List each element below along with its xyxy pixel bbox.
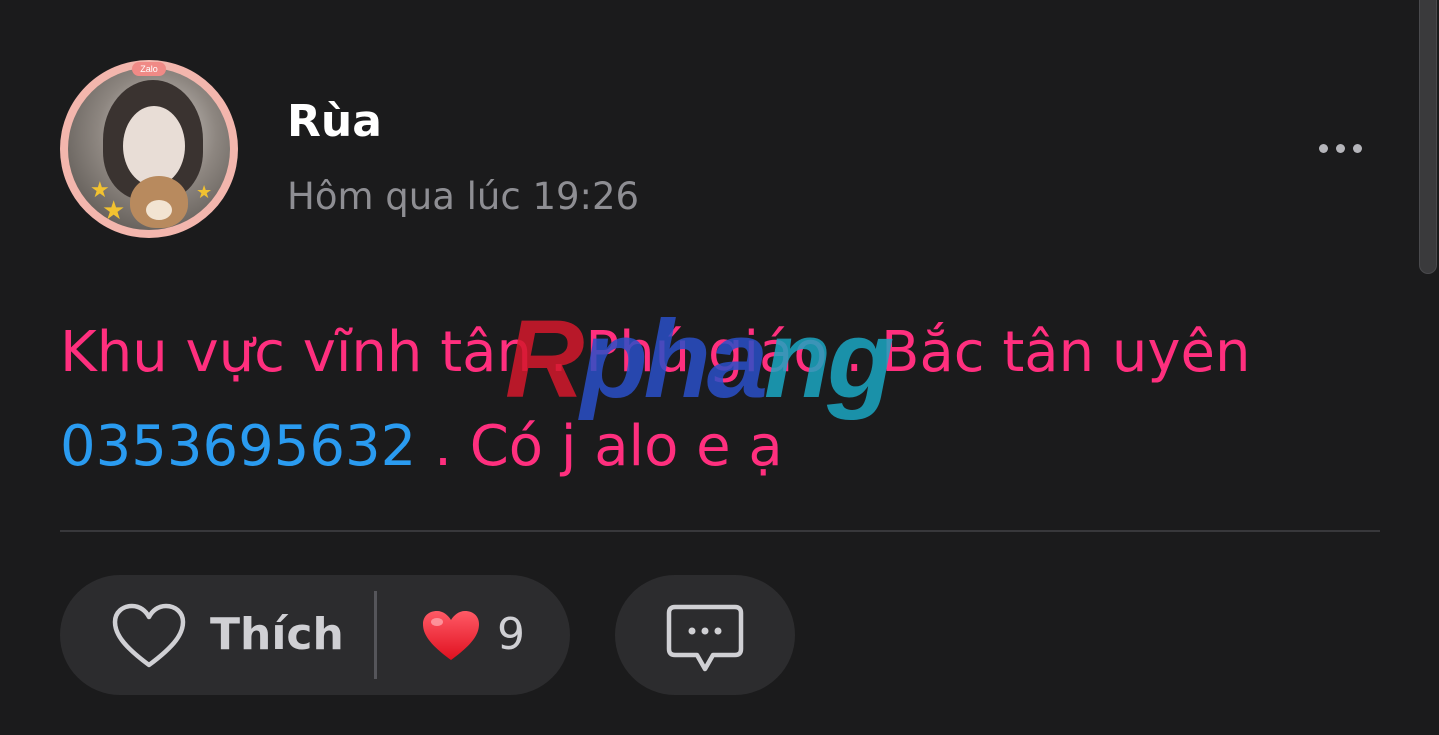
post-text-line-2: 0353695632 . Có j alo e ạ: [60, 400, 1360, 494]
reactions-button[interactable]: 9: [377, 575, 570, 695]
star-icon: ★: [102, 196, 126, 226]
phone-link[interactable]: 0353695632: [60, 414, 416, 479]
author-name[interactable]: Rùa: [287, 92, 382, 152]
more-options-button[interactable]: [1300, 128, 1380, 168]
star-icon: ★: [196, 182, 213, 203]
reaction-count: 9: [497, 609, 525, 660]
comment-button[interactable]: [615, 575, 795, 695]
heart-outline-icon: [112, 603, 186, 668]
like-button[interactable]: Thích: [60, 575, 375, 695]
post-content: Khu vực vĩnh tân . Phú giáo . Bắc tân uy…: [60, 306, 1360, 494]
avatar[interactable]: ★ ★ ★ Zalo: [60, 60, 238, 238]
avatar-photo: ★ ★ ★: [68, 68, 230, 230]
post-timestamp: Hôm qua lúc 19:26: [287, 175, 640, 218]
divider: [60, 530, 1380, 532]
bear-sticker-icon: [130, 176, 188, 228]
comment-bubble-icon: [666, 604, 744, 672]
scrollbar[interactable]: [1419, 0, 1437, 274]
heart-filled-icon: [423, 611, 479, 660]
more-horizontal-icon: [1318, 143, 1328, 153]
post-text-rest: . Có j alo e ạ: [416, 414, 783, 479]
zalo-badge: Zalo: [132, 62, 166, 76]
post-text-line-1: Khu vực vĩnh tân . Phú giáo . Bắc tân uy…: [60, 320, 1251, 385]
reaction-bar: Thích 9: [60, 575, 570, 695]
like-label: Thích: [210, 609, 344, 660]
